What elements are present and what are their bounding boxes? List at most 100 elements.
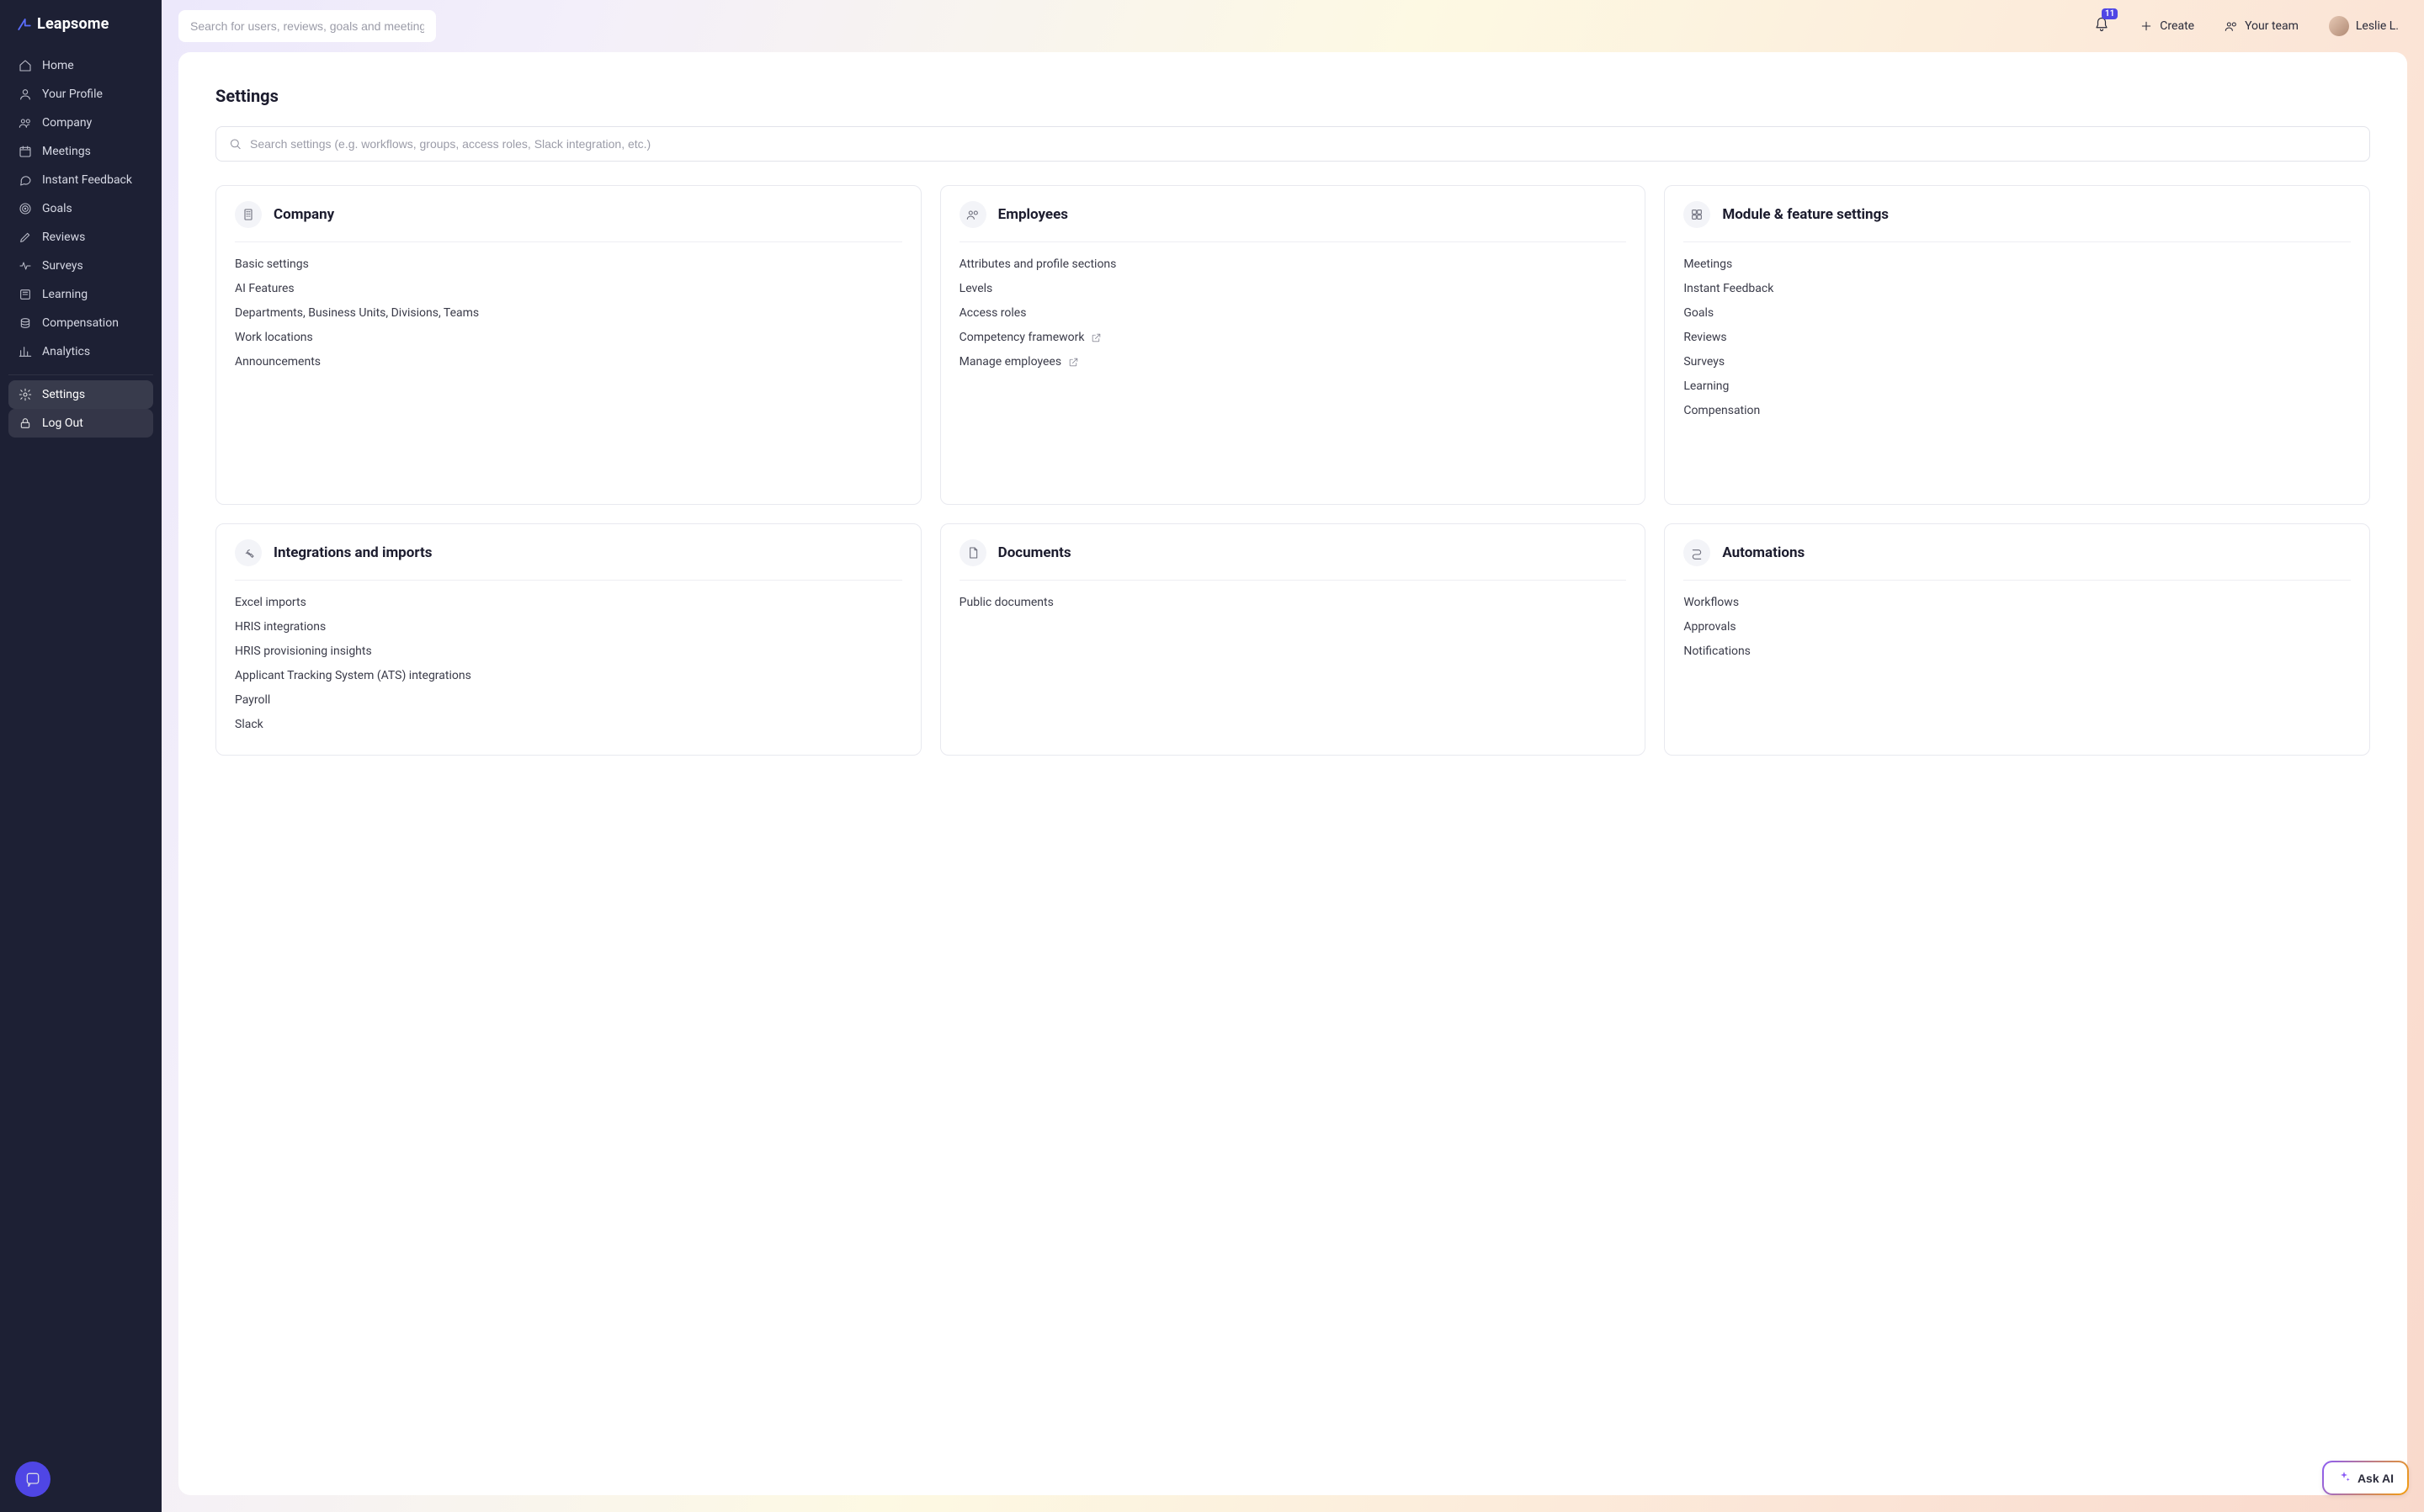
sidebar-item-feedback[interactable]: Instant Feedback [8, 166, 153, 194]
sidebar-item-compensation[interactable]: Compensation [8, 309, 153, 337]
sidebar-item-reviews[interactable]: Reviews [8, 223, 153, 252]
card-header: Automations [1683, 539, 2351, 581]
card-header: Documents [960, 539, 1627, 581]
link-work-locations[interactable]: Work locations [235, 331, 902, 344]
link-hris-provisioning[interactable]: HRIS provisioning insights [235, 645, 902, 658]
card-title: Employees [998, 206, 1068, 223]
employees-icon [960, 201, 986, 228]
card-header: Company [235, 201, 902, 242]
avatar [2329, 16, 2349, 36]
link-surveys[interactable]: Surveys [1683, 355, 2351, 369]
card-links: Meetings Instant Feedback Goals Reviews … [1683, 257, 2351, 417]
external-link-icon [1091, 332, 1102, 343]
card-header: Integrations and imports [235, 539, 902, 581]
user-menu[interactable]: Leslie L. [2320, 11, 2407, 41]
card-links: Workflows Approvals Notifications [1683, 596, 2351, 658]
grid-icon [1683, 201, 1710, 228]
link-attributes[interactable]: Attributes and profile sections [960, 257, 1627, 271]
card-header: Module & feature settings [1683, 201, 2351, 242]
link-meetings[interactable]: Meetings [1683, 257, 2351, 271]
pulse-icon [19, 259, 32, 273]
link-reviews[interactable]: Reviews [1683, 331, 2351, 344]
main-area: 11 Create Your team Leslie L. Settings [162, 0, 2424, 1512]
card-documents: Documents Public documents [940, 523, 1646, 756]
link-compensation[interactable]: Compensation [1683, 404, 2351, 417]
leapsome-mark-icon [17, 17, 32, 32]
sidebar-item-label: Learning [42, 288, 88, 301]
link-announcements[interactable]: Announcements [235, 355, 902, 369]
plus-icon [2140, 19, 2153, 33]
notifications-button[interactable]: 11 [2086, 13, 2118, 39]
topbar: 11 Create Your team Leslie L. [162, 0, 2424, 52]
link-departments[interactable]: Departments, Business Units, Divisions, … [235, 306, 902, 320]
card-automations: Automations Workflows Approvals Notifica… [1664, 523, 2370, 756]
link-public-documents[interactable]: Public documents [960, 596, 1627, 609]
card-header: Employees [960, 201, 1627, 242]
notifications-count-badge: 11 [2102, 8, 2118, 19]
create-button[interactable]: Create [2131, 14, 2203, 38]
brand-logo[interactable]: Leapsome [0, 0, 162, 48]
chart-icon [19, 345, 32, 358]
sidebar-item-analytics[interactable]: Analytics [8, 337, 153, 366]
card-links: Attributes and profile sections Levels A… [960, 257, 1627, 369]
external-link-icon [1068, 357, 1079, 368]
link-payroll[interactable]: Payroll [235, 693, 902, 707]
sidebar-divider [8, 374, 153, 375]
brand-name: Leapsome [37, 15, 109, 33]
sidebar-item-goals[interactable]: Goals [8, 194, 153, 223]
automation-icon [1683, 539, 1710, 566]
sidebar-nav: Home Your Profile Company Meetings Insta… [0, 48, 162, 441]
link-workflows[interactable]: Workflows [1683, 596, 2351, 609]
sidebar-item-label: Analytics [42, 345, 90, 358]
link-hris-integrations[interactable]: HRIS integrations [235, 620, 902, 634]
link-excel-imports[interactable]: Excel imports [235, 596, 902, 609]
link-levels[interactable]: Levels [960, 282, 1627, 295]
sidebar: Leapsome Home Your Profile Company Meeti… [0, 0, 162, 1512]
settings-card-grid: Company Basic settings AI Features Depar… [215, 185, 2370, 756]
sparkle-icon [2337, 1470, 2351, 1486]
card-integrations: Integrations and imports Excel imports H… [215, 523, 922, 756]
ask-ai-label: Ask AI [2358, 1472, 2394, 1485]
card-title: Automations [1722, 544, 1805, 561]
link-goals[interactable]: Goals [1683, 306, 2351, 320]
link-approvals[interactable]: Approvals [1683, 620, 2351, 634]
sidebar-item-surveys[interactable]: Surveys [8, 252, 153, 280]
document-icon [960, 539, 986, 566]
link-learning[interactable]: Learning [1683, 379, 2351, 393]
link-basic-settings[interactable]: Basic settings [235, 257, 902, 271]
search-icon [229, 138, 242, 151]
card-links: Basic settings AI Features Departments, … [235, 257, 902, 369]
target-icon [19, 202, 32, 215]
card-company: Company Basic settings AI Features Depar… [215, 185, 922, 505]
sidebar-item-label: Settings [42, 388, 85, 401]
sidebar-item-logout[interactable]: Log Out [8, 409, 153, 438]
sidebar-item-learning[interactable]: Learning [8, 280, 153, 309]
global-search-input[interactable] [178, 10, 436, 42]
card-links: Excel imports HRIS integrations HRIS pro… [235, 596, 902, 731]
sidebar-item-label: Log Out [42, 416, 83, 430]
sidebar-item-home[interactable]: Home [8, 51, 153, 80]
link-notifications[interactable]: Notifications [1683, 645, 2351, 658]
home-icon [19, 59, 32, 72]
link-instant-feedback[interactable]: Instant Feedback [1683, 282, 2351, 295]
link-manage-employees[interactable]: Manage employees [960, 355, 1627, 369]
book-icon [19, 288, 32, 301]
link-competency-framework[interactable]: Competency framework [960, 331, 1627, 344]
link-access-roles[interactable]: Access roles [960, 306, 1627, 320]
link-ats-integrations[interactable]: Applicant Tracking System (ATS) integrat… [235, 669, 902, 682]
ask-ai-button[interactable]: Ask AI [2322, 1461, 2409, 1495]
pencil-icon [19, 231, 32, 244]
sidebar-item-company[interactable]: Company [8, 109, 153, 137]
user-name: Leslie L. [2356, 19, 2399, 33]
calendar-icon [19, 145, 32, 158]
sidebar-item-meetings[interactable]: Meetings [8, 137, 153, 166]
card-employees: Employees Attributes and profile section… [940, 185, 1646, 505]
link-ai-features[interactable]: AI Features [235, 282, 902, 295]
intercom-launcher[interactable] [15, 1462, 50, 1497]
settings-search-input[interactable] [215, 126, 2370, 162]
your-team-button[interactable]: Your team [2216, 14, 2307, 38]
sidebar-item-settings[interactable]: Settings [8, 380, 153, 409]
link-slack[interactable]: Slack [235, 718, 902, 731]
team-icon [2225, 19, 2238, 33]
sidebar-item-profile[interactable]: Your Profile [8, 80, 153, 109]
